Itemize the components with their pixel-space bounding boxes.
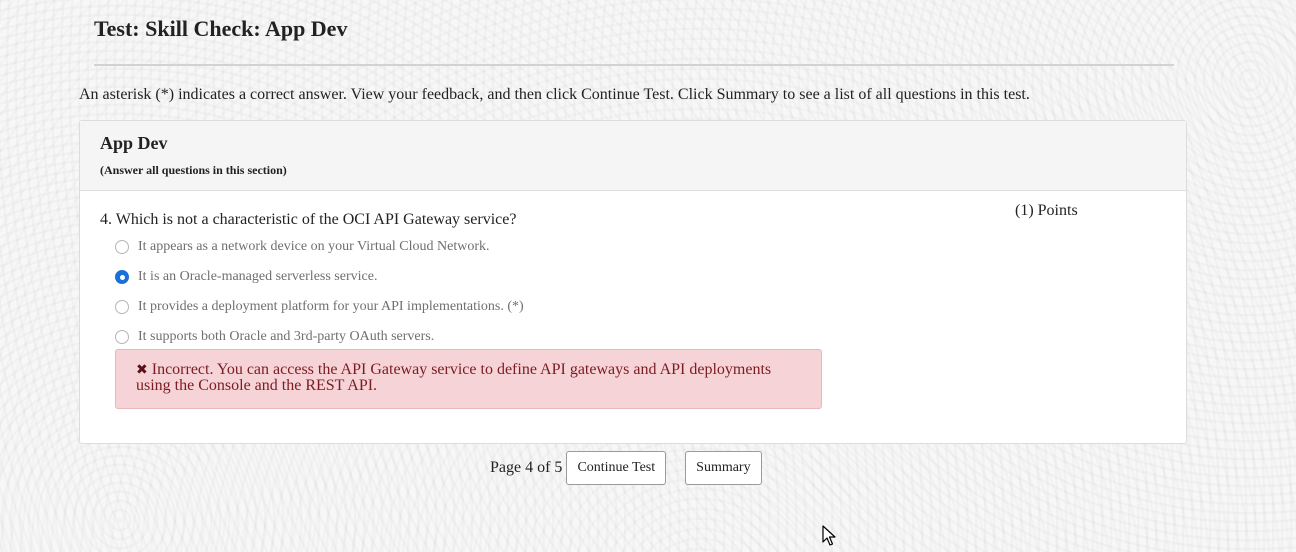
- instructions-text: An asterisk (*) indicates a correct answ…: [79, 86, 1030, 103]
- title-divider: [94, 64, 1174, 66]
- answer-option-label: It is an Oracle-managed serverless servi…: [138, 269, 378, 284]
- page-title: Test: Skill Check: App Dev: [94, 16, 348, 41]
- x-icon: ✖: [136, 362, 148, 378]
- question-points: (1) Points: [1015, 202, 1078, 219]
- summary-button[interactable]: Summary: [685, 451, 762, 485]
- radio-button[interactable]: [115, 300, 129, 314]
- answer-option-label: It appears as a network device on your V…: [138, 239, 490, 254]
- continue-test-button[interactable]: Continue Test: [566, 451, 667, 485]
- section-title: App Dev: [100, 133, 168, 153]
- answer-option-label: It provides a deployment platform for yo…: [138, 299, 524, 314]
- radio-button[interactable]: [115, 240, 129, 254]
- question-text: 4. Which is not a characteristic of the …: [100, 211, 517, 228]
- answer-option-3[interactable]: It provides a deployment platform for yo…: [115, 297, 524, 317]
- section-note: (Answer all questions in this section): [100, 163, 287, 177]
- answer-option-1[interactable]: It appears as a network device on your V…: [115, 237, 490, 257]
- radio-button-selected[interactable]: [115, 270, 129, 284]
- radio-button[interactable]: [115, 330, 129, 344]
- feedback-text: Incorrect. You can access the API Gatewa…: [136, 361, 772, 394]
- feedback-alert: ✖ Incorrect. You can access the API Gatew…: [115, 349, 822, 409]
- answer-option-2[interactable]: It is an Oracle-managed serverless servi…: [115, 267, 377, 287]
- answer-option-4[interactable]: It supports both Oracle and 3rd-party OA…: [115, 327, 434, 347]
- question-panel: App Dev (Answer all questions in this se…: [79, 120, 1187, 444]
- page-indicator: Page 4 of 5: [490, 459, 563, 476]
- section-header: App Dev (Answer all questions in this se…: [80, 121, 1186, 191]
- answer-option-label: It supports both Oracle and 3rd-party OA…: [138, 329, 435, 344]
- pagination-bar: Page 4 of 5 Continue Test Summary: [490, 451, 762, 485]
- mouse-pointer-icon: [822, 525, 836, 546]
